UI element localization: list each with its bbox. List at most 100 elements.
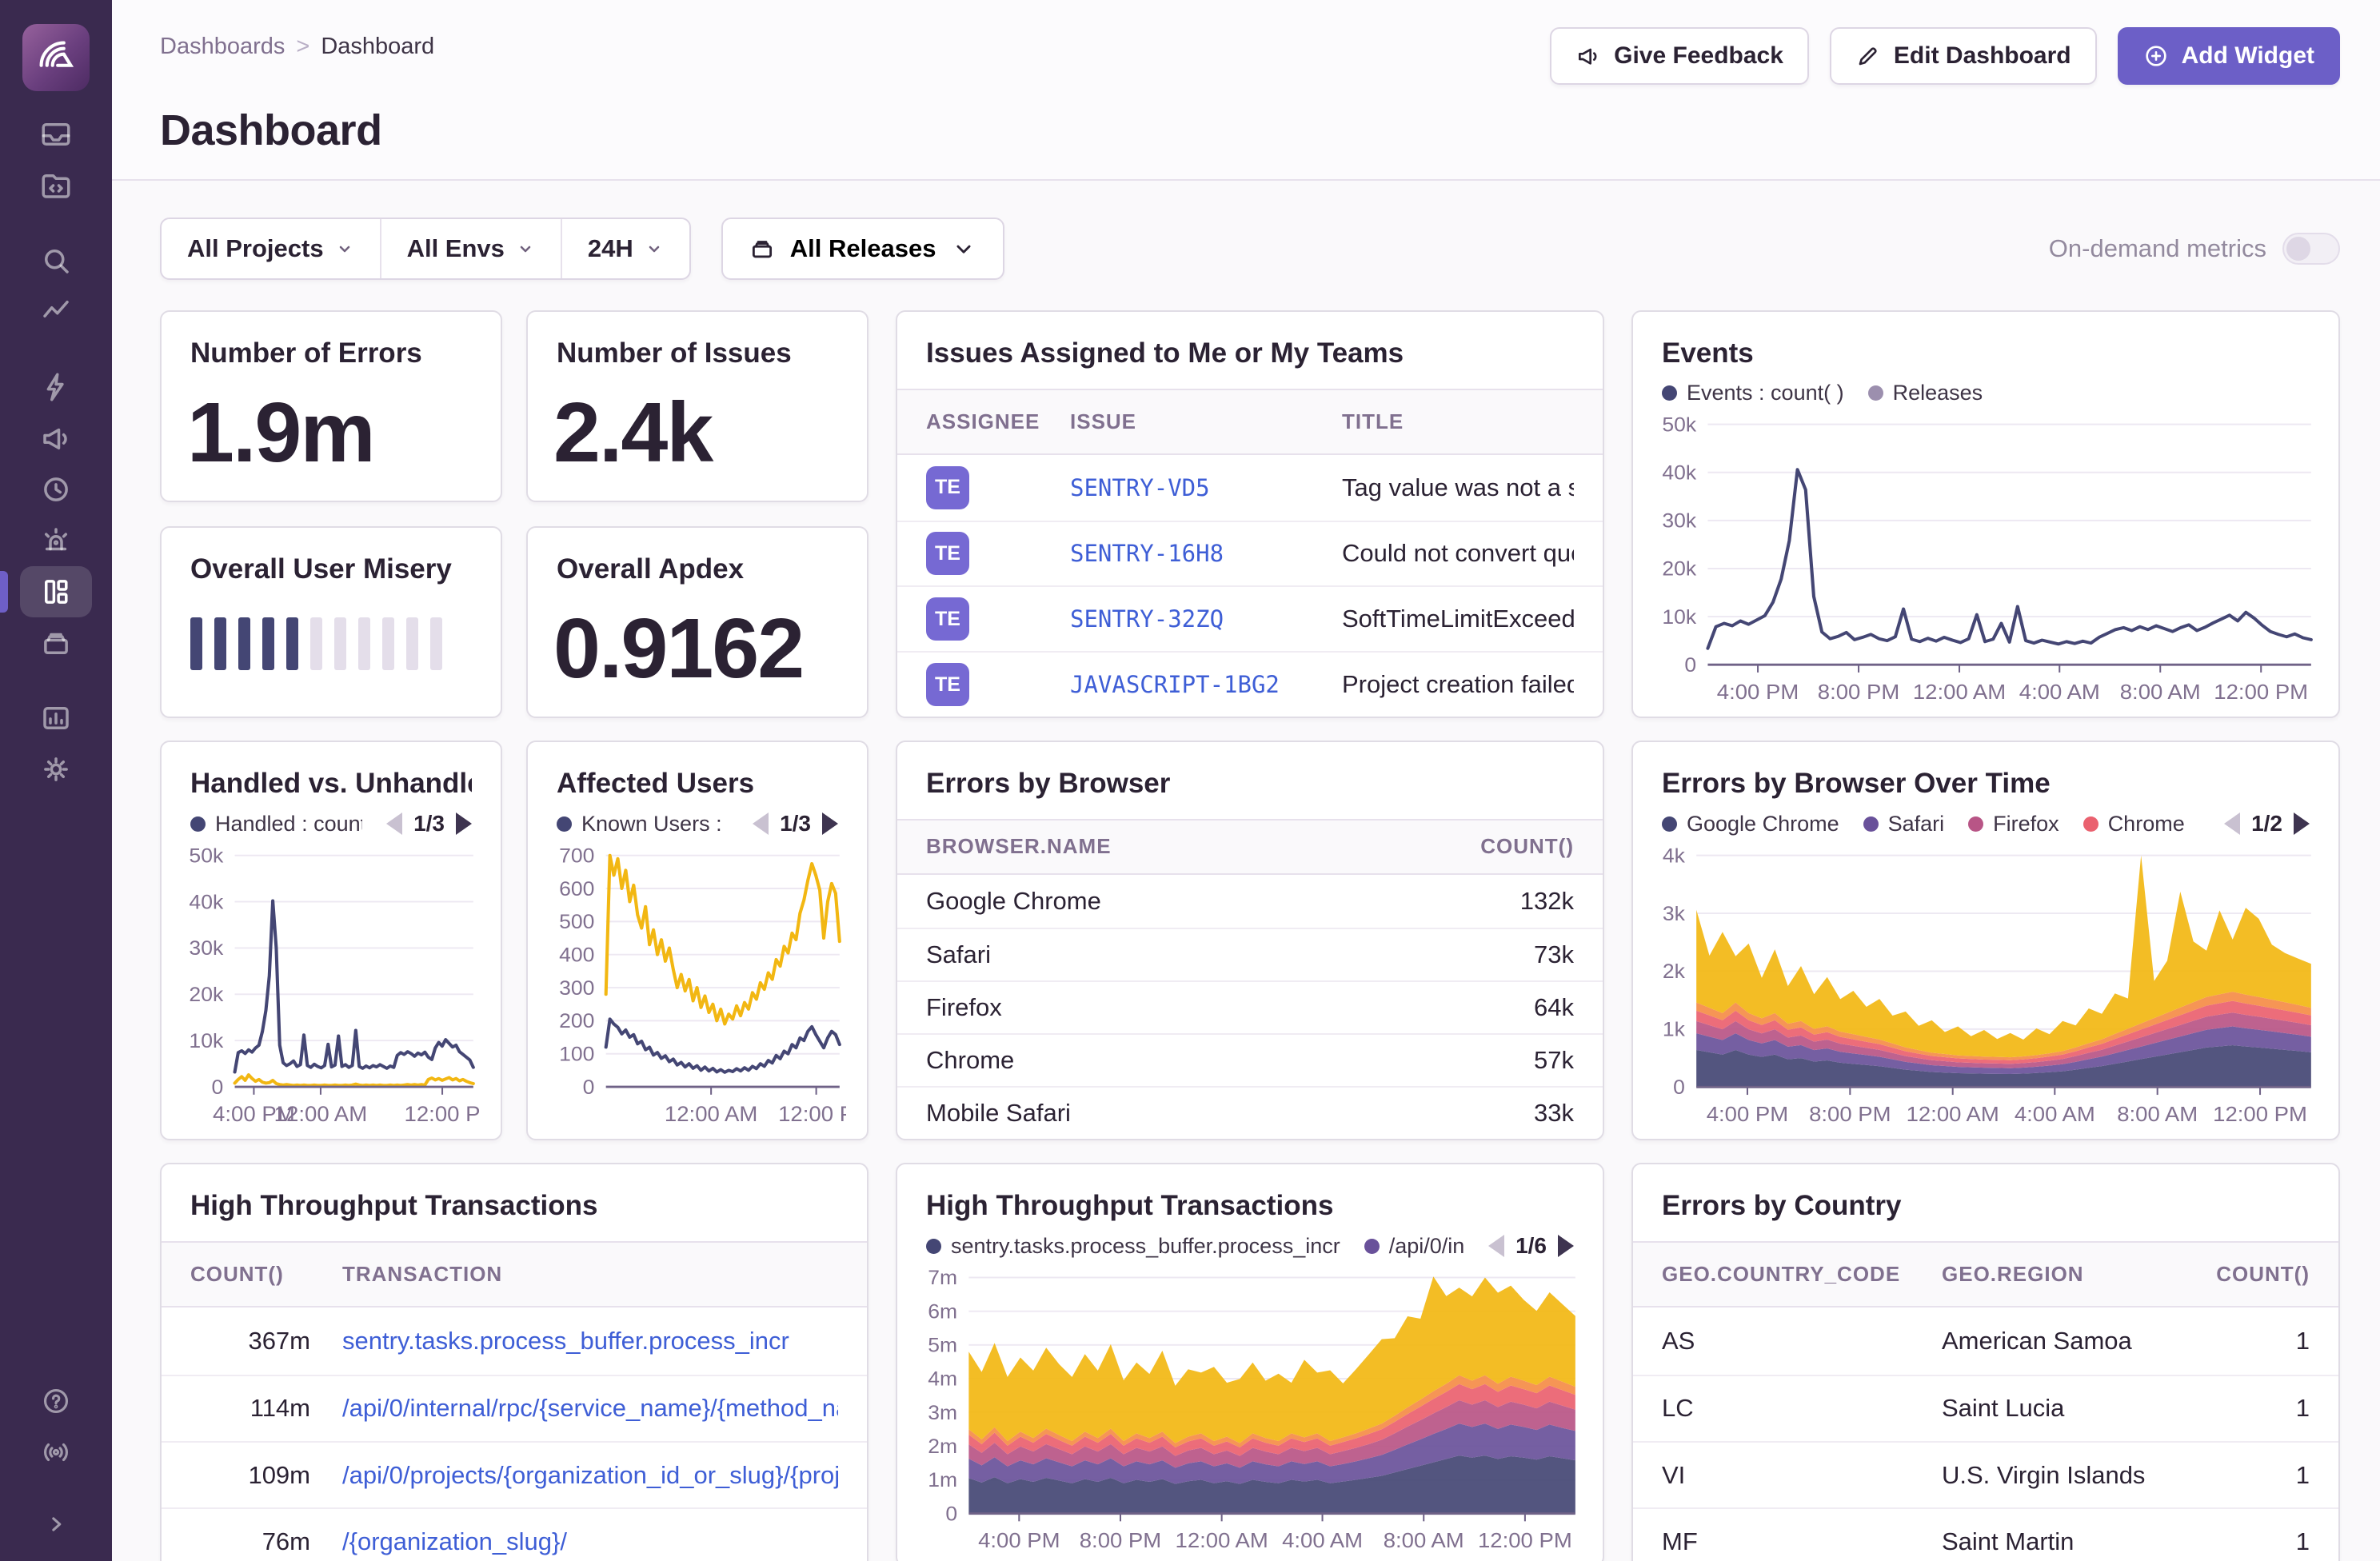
pager-prev-icon[interactable]	[1488, 1235, 1504, 1257]
svg-text:40k: 40k	[1662, 462, 1696, 484]
card-errors-by-browser-over-time: Errors by Browser Over Time Google Chrom…	[1631, 741, 2340, 1140]
environment-filter[interactable]: All Envs	[380, 219, 561, 278]
sidebar-item-issues[interactable]	[0, 109, 112, 160]
svg-text:8:00 AM: 8:00 AM	[2117, 1103, 2198, 1124]
table-header: GEO.COUNTRY_CODE GEO.REGION COUNT()	[1633, 1241, 2338, 1307]
edit-dashboard-button[interactable]: Edit Dashboard	[1830, 27, 2097, 85]
widget-title: Handled vs. Unhandled	[190, 768, 472, 800]
sidebar-item-settings[interactable]	[0, 744, 112, 795]
toggle-knob	[2286, 237, 2310, 261]
on-demand-toggle[interactable]	[2282, 233, 2340, 265]
table-row: ASAmerican Samoa1	[1633, 1307, 2338, 1374]
affected-users-chart-plot[interactable]: 010020030040050060070012:00 AM12:00 P	[542, 844, 846, 1124]
transaction-link[interactable]: /api/0/projects/{organization_id_or_slug…	[342, 1461, 838, 1490]
siren-icon	[39, 524, 73, 557]
issues-inbox-icon	[39, 118, 73, 151]
legend-item[interactable]: Releases	[1868, 381, 1983, 405]
legend-item[interactable]: Handled : count( )	[190, 812, 362, 836]
transaction-link[interactable]: /{organization_slug}/	[342, 1527, 838, 1556]
legend-pager: 1/3	[386, 811, 472, 836]
svg-text:50k: 50k	[189, 844, 224, 867]
sidebar-item-feedback[interactable]	[0, 413, 112, 464]
kpi-value: 1.9m	[162, 369, 501, 475]
chevron-down-icon	[335, 239, 354, 258]
sidebar-item-projects[interactable]	[0, 160, 112, 211]
avatar: TE	[926, 532, 969, 575]
pager-prev-icon[interactable]	[386, 812, 402, 835]
help-question-icon	[41, 1386, 71, 1416]
user-misery-gauge	[162, 585, 501, 670]
table-row: Chrome57k	[897, 1033, 1603, 1086]
widget-title: Errors by Browser	[926, 768, 1574, 800]
card-events: Events Events : count( ) Releases 010k20…	[1631, 310, 2340, 718]
issue-link[interactable]: JAVASCRIPT-1BG2	[1070, 671, 1342, 698]
sidebar-item-dashboards[interactable]	[0, 566, 112, 617]
sidebar-item-whats-new[interactable]	[0, 1427, 112, 1478]
legend-item[interactable]: Firefox	[1968, 812, 2059, 836]
date-range-filter[interactable]: 24H	[561, 219, 689, 278]
sidebar	[0, 0, 112, 1561]
give-feedback-button[interactable]: Give Feedback	[1550, 27, 1809, 85]
browser-over-time-chart-plot[interactable]: 01k2k3k4k4:00 PM8:00 PM12:00 AM4:00 AM8:…	[1647, 844, 2318, 1124]
pager-prev-icon[interactable]	[2224, 812, 2240, 835]
table-row: 114m /api/0/internal/rpc/{service_name}/…	[162, 1375, 867, 1441]
legend-item[interactable]: Safari	[1863, 812, 1945, 836]
sidebar-item-performance[interactable]	[0, 361, 112, 413]
sidebar-item-replays[interactable]	[0, 464, 112, 515]
breadcrumb-separator: >	[296, 34, 309, 60]
legend-item[interactable]: /api/0/internal/r	[1364, 1234, 1464, 1259]
table-row: Safari73k	[897, 928, 1603, 980]
chevron-down-icon	[645, 239, 664, 258]
pager-next-icon[interactable]	[2294, 812, 2310, 835]
pager-next-icon[interactable]	[1558, 1235, 1574, 1257]
svg-text:20k: 20k	[1662, 558, 1696, 580]
project-filter[interactable]: All Projects	[162, 219, 380, 278]
svg-text:20k: 20k	[189, 983, 224, 1006]
svg-text:50k: 50k	[1662, 414, 1696, 436]
card-overall-user-misery: Overall User Misery	[160, 526, 502, 718]
high-throughput-chart-plot[interactable]: 01m2m3m4m5m6m7m4:00 PM8:00 PM12:00 AM4:0…	[912, 1267, 1582, 1551]
legend-item[interactable]: Chrome	[2083, 812, 2185, 836]
lightning-icon	[39, 370, 73, 404]
issue-link[interactable]: SENTRY-16H8	[1070, 540, 1342, 567]
svg-text:8:00 AM: 8:00 AM	[1384, 1529, 1464, 1551]
pager-next-icon[interactable]	[456, 812, 472, 835]
svg-text:7m: 7m	[928, 1268, 957, 1289]
legend-item[interactable]: Google Chrome	[1662, 812, 1839, 836]
series-dot	[1863, 816, 1879, 832]
svg-text:600: 600	[559, 876, 594, 900]
sidebar-collapse[interactable]	[0, 1499, 112, 1550]
sidebar-item-help[interactable]	[0, 1375, 112, 1427]
issue-link[interactable]: SENTRY-32ZQ	[1070, 605, 1342, 633]
sidebar-item-alerts[interactable]	[0, 515, 112, 566]
sidebar-item-releases[interactable]	[0, 617, 112, 669]
svg-text:8:00 AM: 8:00 AM	[2120, 681, 2201, 702]
col-header: ISSUE	[1070, 409, 1342, 434]
transaction-link[interactable]: /api/0/internal/rpc/{service_name}/{meth…	[342, 1394, 838, 1423]
add-widget-button[interactable]: Add Widget	[2118, 27, 2340, 85]
releases-filter[interactable]: All Releases	[721, 218, 1005, 280]
card-high-throughput-chart: High Throughput Transactions sentry.task…	[896, 1163, 1604, 1561]
svg-text:0: 0	[1684, 654, 1696, 676]
svg-text:4:00 AM: 4:00 AM	[1282, 1529, 1363, 1551]
legend-item[interactable]: sentry.tasks.process_buffer.process_incr	[926, 1234, 1340, 1259]
sidebar-item-explore[interactable]	[0, 235, 112, 286]
events-chart-plot[interactable]: 010k20k30k40k50k4:00 PM8:00 PM12:00 AM4:…	[1647, 413, 2318, 702]
series-dot	[1868, 385, 1883, 401]
pager-next-icon[interactable]	[822, 812, 838, 835]
breadcrumb-dashboards[interactable]: Dashboards	[160, 34, 285, 60]
svg-text:0: 0	[945, 1503, 957, 1525]
breadcrumb-current: Dashboard	[321, 34, 434, 60]
on-demand-label: On-demand metrics	[2049, 234, 2266, 263]
sentry-logo[interactable]	[22, 24, 90, 91]
handled-chart-plot[interactable]: 010k20k30k40k50k4:00 PM12:00 AM12:00 P	[176, 844, 480, 1124]
sidebar-item-traces[interactable]	[0, 286, 112, 337]
widget-title: High Throughput Transactions	[926, 1190, 1574, 1222]
legend-item[interactable]: Known Users : cour	[557, 812, 729, 836]
pager-prev-icon[interactable]	[753, 812, 769, 835]
transaction-link[interactable]: sentry.tasks.process_buffer.process_incr	[342, 1327, 838, 1355]
trace-line-icon	[39, 295, 73, 329]
sidebar-item-stats[interactable]	[0, 693, 112, 744]
legend-item[interactable]: Events : count( )	[1662, 381, 1844, 405]
issue-link[interactable]: SENTRY-VD5	[1070, 474, 1342, 501]
